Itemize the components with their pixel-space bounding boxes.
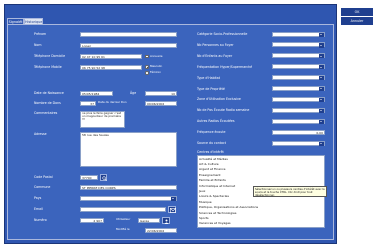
pays-select[interactable]	[80, 195, 177, 201]
ok-button[interactable]: OK	[341, 8, 373, 16]
pays-label: Pays	[34, 196, 42, 200]
prenom-label: Prénom	[34, 32, 47, 36]
date-naissance-label: Date de Naissance	[34, 91, 64, 95]
chevron-down-icon	[319, 76, 324, 81]
numero-input[interactable]: 2 907	[80, 217, 104, 223]
right-field-label: Source du contact	[197, 141, 226, 145]
chevron-down-icon	[319, 141, 324, 146]
numero-label: Numéro	[34, 218, 47, 222]
right-field-select[interactable]	[272, 42, 325, 48]
right-field-label: Fréquence écoute	[197, 130, 226, 135]
utilisateur-input[interactable]: Gerge	[138, 217, 160, 223]
chevron-down-icon	[319, 97, 324, 103]
nombre-dons-input[interactable]: 37	[80, 100, 96, 106]
commentaires-textarea[interactable]: ne plus le faire gagner c'est un magouil…	[80, 110, 125, 128]
date-naissance-input[interactable]: 05/05/1984	[80, 90, 113, 96]
adresse-label: Adresse	[34, 132, 47, 136]
right-field-select[interactable]	[272, 31, 325, 37]
right-field-select[interactable]	[272, 118, 325, 124]
interest-list-item[interactable]: Vacances et Voyages	[199, 221, 323, 226]
chevron-down-icon	[171, 196, 176, 201]
chevron-down-icon	[319, 87, 324, 92]
right-field-label: Fréquentation Hyper/Supermarché	[197, 64, 253, 69]
tel-domicile-label: Téléphone Domicile	[34, 54, 66, 58]
right-field-label: Nb Personnes au Foyer	[197, 42, 234, 47]
chevron-down-icon	[319, 32, 324, 37]
search-commune-button[interactable]	[100, 173, 107, 181]
chevron-down-icon	[319, 65, 324, 70]
interests-header: Centres d'intérêt	[197, 150, 224, 154]
tel-mobile-label: Téléphone Mobile	[34, 65, 62, 69]
tooltip: Sélectionnez un ou plusieurs centres d'i…	[253, 186, 327, 197]
chevron-down-icon	[319, 54, 324, 59]
search-icon	[102, 175, 107, 181]
code-postal-input[interactable]: 37700	[80, 174, 98, 180]
right-field-select[interactable]	[272, 75, 325, 81]
send-email-button[interactable]	[168, 205, 176, 213]
email-label: Email	[34, 207, 43, 211]
modifie-le-label: Modifié le	[116, 227, 130, 231]
right-field-select[interactable]	[272, 86, 325, 92]
envelope-icon	[170, 207, 176, 213]
modifie-le-input[interactable]: 22/06/2002	[145, 227, 177, 233]
annuaire-label: Annuaire	[150, 53, 163, 58]
right-field-select[interactable]	[272, 64, 325, 70]
masculin-radio[interactable]	[145, 65, 149, 69]
tel-mobile-input[interactable]: 06 75 90 52 98	[80, 64, 142, 70]
chevron-down-icon	[319, 108, 324, 113]
right-field-select[interactable]	[272, 96, 325, 103]
right-field-label: Autres Radios Écoutées	[197, 119, 235, 124]
masculin-label: Masculin	[150, 64, 163, 68]
right-field-select[interactable]	[272, 140, 325, 146]
commune-input[interactable]: ST PIERRE DES CORPS	[80, 184, 177, 190]
prenom-input[interactable]	[80, 31, 177, 37]
right-field-label: Catégorie Socio-Professionnelle	[197, 32, 248, 36]
cancel-button[interactable]: Annuler	[341, 17, 373, 25]
right-field-label: Nb d'Enfants au Foyer	[197, 53, 233, 58]
right-field-label: Zone d'Utilisation Exclusive	[197, 97, 241, 102]
age-input[interactable]: 10	[145, 90, 177, 96]
age-label: Âge	[130, 91, 137, 95]
user-settings-button[interactable]	[162, 216, 170, 224]
commune-label: Commune	[34, 185, 51, 189]
date-dernier-don-label: Date du dernier Don	[98, 100, 127, 104]
right-field-input[interactable]: 0,00	[272, 129, 325, 135]
commentaires-label: Commentaires	[34, 111, 58, 115]
user-icon	[164, 219, 169, 224]
feminin-label: Féminin	[150, 70, 162, 74]
code-postal-label: Code Postal	[34, 175, 53, 179]
right-field-label: Type de Propriété	[197, 86, 225, 91]
chevron-down-icon	[319, 119, 324, 124]
right-field-select[interactable]	[272, 107, 325, 113]
adresse-textarea[interactable]: 58 rue des Saules	[80, 131, 177, 167]
nom-input[interactable]: Lopez	[80, 42, 177, 48]
tel-domicile-input[interactable]: 02 47 10 95 61	[80, 53, 142, 59]
chevron-down-icon	[319, 43, 324, 48]
email-input[interactable]	[80, 206, 166, 212]
utilisateur-label: Utilisateur	[116, 217, 131, 221]
annuaire-checkbox[interactable]	[145, 54, 149, 58]
right-field-label: Nb de Pos Écoute Radio semaine	[197, 108, 250, 113]
right-field-select[interactable]	[272, 53, 325, 59]
nombre-dons-label: Nombre de Dons	[34, 101, 61, 105]
date-dernier-don-input[interactable]: 09/06/2002	[145, 100, 177, 106]
feminin-radio[interactable]	[145, 71, 149, 75]
nom-label: Nom	[34, 43, 42, 47]
right-field-label: Type d'Habitat	[197, 75, 220, 80]
